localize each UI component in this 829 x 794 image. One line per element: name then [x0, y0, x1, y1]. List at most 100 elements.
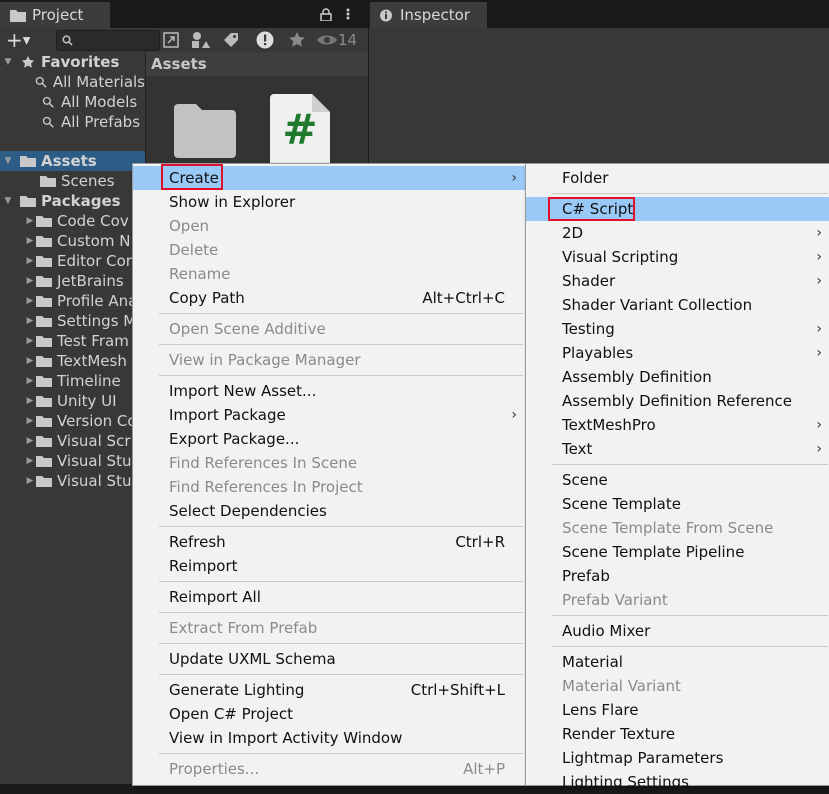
context-menu-item-show-in-explorer[interactable]: Show in Explorer	[133, 190, 525, 214]
create-submenu-item-text[interactable]: Text ›	[526, 437, 829, 461]
label-icon[interactable]	[222, 31, 240, 49]
context-menu-item-refresh[interactable]: Refresh Ctrl+R	[133, 530, 525, 554]
expand-arrow-icon[interactable]: ▶	[24, 456, 36, 466]
menu-item-label: TextMeshPro	[562, 416, 656, 434]
package-folder-item[interactable]: ▶ Visual Stu	[0, 451, 145, 471]
context-menu-item-view-in-import-activity-window[interactable]: View in Import Activity Window	[133, 726, 525, 750]
warning-filter-icon[interactable]	[255, 30, 275, 50]
package-folder-item[interactable]: ▶ Timeline	[0, 371, 145, 391]
package-folder-item[interactable]: ▶ Unity UI	[0, 391, 145, 411]
create-submenu-item-assembly-definition[interactable]: Assembly Definition	[526, 365, 829, 389]
context-menu-item-import-package[interactable]: Import Package ›	[133, 403, 525, 427]
expand-arrow-icon[interactable]: ▼	[2, 57, 14, 67]
tree-section-6[interactable]: ▼ Packages	[0, 191, 145, 211]
menu-item-label: Extract From Prefab	[169, 619, 318, 637]
context-menu-item-copy-path[interactable]: Copy Path Alt+Ctrl+C	[133, 286, 525, 310]
tree-item-label: Custom N	[57, 232, 131, 250]
package-folder-item[interactable]: ▶ Editor Cor	[0, 251, 145, 271]
menu-item-label: Shader	[562, 272, 616, 290]
chevron-right-icon: ›	[511, 407, 517, 423]
menu-item-label: View in Import Activity Window	[169, 729, 403, 747]
tree-section-4[interactable]: ▼ Assets	[0, 151, 145, 171]
context-menu-item-update-uxml-schema[interactable]: Update UXML Schema	[133, 647, 525, 671]
package-folder-item[interactable]: ▶ Visual Stu	[0, 471, 145, 491]
filter-type-icon[interactable]	[190, 31, 210, 49]
package-folder-item[interactable]: ▶ Settings M	[0, 311, 145, 331]
create-submenu-item-scene[interactable]: Scene	[526, 468, 829, 492]
expand-arrow-icon[interactable]: ▶	[24, 276, 36, 286]
tree-folder-item[interactable]: Scenes	[0, 171, 145, 191]
expand-arrow-icon[interactable]: ▼	[2, 196, 14, 206]
package-folder-item[interactable]: ▶ JetBrains	[0, 271, 145, 291]
package-folder-item[interactable]: ▶ Test Fram	[0, 331, 145, 351]
eye-icon	[317, 35, 337, 45]
expand-arrow-icon[interactable]: ▼	[2, 156, 14, 166]
context-menu-item-reimport[interactable]: Reimport	[133, 554, 525, 578]
create-submenu-item-lens-flare[interactable]: Lens Flare	[526, 698, 829, 722]
create-submenu-item-visual-scripting[interactable]: Visual Scripting ›	[526, 245, 829, 269]
more-options-icon[interactable]	[340, 7, 356, 21]
star-favorite-icon[interactable]	[288, 31, 306, 49]
context-menu-item-reimport-all[interactable]: Reimport All	[133, 585, 525, 609]
create-submenu-item-folder[interactable]: Folder	[526, 166, 829, 190]
create-submenu-item-testing[interactable]: Testing ›	[526, 317, 829, 341]
favorites-item[interactable]: All Models	[0, 92, 145, 112]
expand-arrow-icon[interactable]: ▶	[24, 396, 36, 406]
create-submenu-item-shader-variant-collection[interactable]: Shader Variant Collection	[526, 293, 829, 317]
create-submenu-item-lighting-settings[interactable]: Lighting Settings	[526, 770, 829, 794]
tree-item-label: JetBrains	[57, 272, 124, 290]
create-submenu-item-audio-mixer[interactable]: Audio Mixer	[526, 619, 829, 643]
add-button[interactable]: +▼	[6, 30, 42, 50]
package-folder-item[interactable]: ▶ Profile Ana	[0, 291, 145, 311]
package-folder-item[interactable]: ▶ Code Cov	[0, 211, 145, 231]
context-menu-item-select-dependencies[interactable]: Select Dependencies	[133, 499, 525, 523]
hidden-packages-toggle[interactable]: 14	[316, 28, 368, 52]
expand-arrow-icon[interactable]: ▶	[24, 416, 36, 426]
folder-asset-icon[interactable]	[174, 102, 236, 158]
package-folder-item[interactable]: ▶ Visual Scr	[0, 431, 145, 451]
annotation-highlight-create	[161, 164, 223, 190]
context-menu-item-generate-lighting[interactable]: Generate Lighting Ctrl+Shift+L	[133, 678, 525, 702]
create-submenu-item-scene-template-pipeline[interactable]: Scene Template Pipeline	[526, 540, 829, 564]
context-menu-item-import-new-asset[interactable]: Import New Asset...	[133, 379, 525, 403]
search-input[interactable]	[56, 30, 160, 51]
create-submenu-item-2d[interactable]: 2D ›	[526, 221, 829, 245]
package-folder-item[interactable]: ▶ TextMesh	[0, 351, 145, 371]
package-folder-item[interactable]: ▶ Custom N	[0, 231, 145, 251]
favorites-item[interactable]: All Materials	[0, 72, 145, 92]
context-menu-item-open-c-project[interactable]: Open C# Project	[133, 702, 525, 726]
expand-arrow-icon[interactable]: ▶	[24, 436, 36, 446]
create-submenu-item-lightmap-parameters[interactable]: Lightmap Parameters	[526, 746, 829, 770]
expand-arrow-icon[interactable]: ▶	[24, 356, 36, 366]
expand-arrow-icon[interactable]: ▶	[24, 336, 36, 346]
create-submenu-item-scene-template[interactable]: Scene Template	[526, 492, 829, 516]
folder-icon	[36, 316, 52, 327]
create-submenu-item-textmeshpro[interactable]: TextMeshPro ›	[526, 413, 829, 437]
expand-arrow-icon[interactable]: ▶	[24, 376, 36, 386]
expand-arrow-icon[interactable]: ▶	[24, 316, 36, 326]
context-menu-item-export-package[interactable]: Export Package...	[133, 427, 525, 451]
create-submenu-item-render-texture[interactable]: Render Texture	[526, 722, 829, 746]
menu-item-label: Import New Asset...	[169, 382, 317, 400]
menu-item-label: Delete	[169, 241, 219, 259]
tab-project[interactable]: Project	[0, 2, 110, 28]
expand-arrow-icon[interactable]: ▶	[24, 296, 36, 306]
expand-arrow-icon[interactable]: ▶	[24, 236, 36, 246]
create-submenu-item-assembly-definition-reference[interactable]: Assembly Definition Reference	[526, 389, 829, 413]
context-menu-item-extract-from-prefab: Extract From Prefab	[133, 616, 525, 640]
expand-arrow-icon[interactable]: ▶	[24, 476, 36, 486]
create-submenu-item-shader[interactable]: Shader ›	[526, 269, 829, 293]
package-folder-item[interactable]: ▶ Version Co	[0, 411, 145, 431]
expand-arrow-icon[interactable]: ▶	[24, 216, 36, 226]
lock-icon[interactable]	[320, 7, 332, 21]
tree-section-0[interactable]: ▼ Favorites	[0, 52, 145, 72]
expand-arrow-icon[interactable]: ▶	[24, 256, 36, 266]
create-submenu-item-material[interactable]: Material	[526, 650, 829, 674]
favorites-item[interactable]: All Prefabs	[0, 112, 145, 132]
search-scope-icon[interactable]	[162, 31, 180, 49]
context-menu-item-open-scene-additive: Open Scene Additive	[133, 317, 525, 341]
create-submenu-item-prefab[interactable]: Prefab	[526, 564, 829, 588]
create-submenu-item-playables[interactable]: Playables ›	[526, 341, 829, 365]
tab-inspector[interactable]: Inspector	[370, 2, 487, 28]
csharp-script-asset-icon[interactable]: #	[270, 94, 330, 164]
